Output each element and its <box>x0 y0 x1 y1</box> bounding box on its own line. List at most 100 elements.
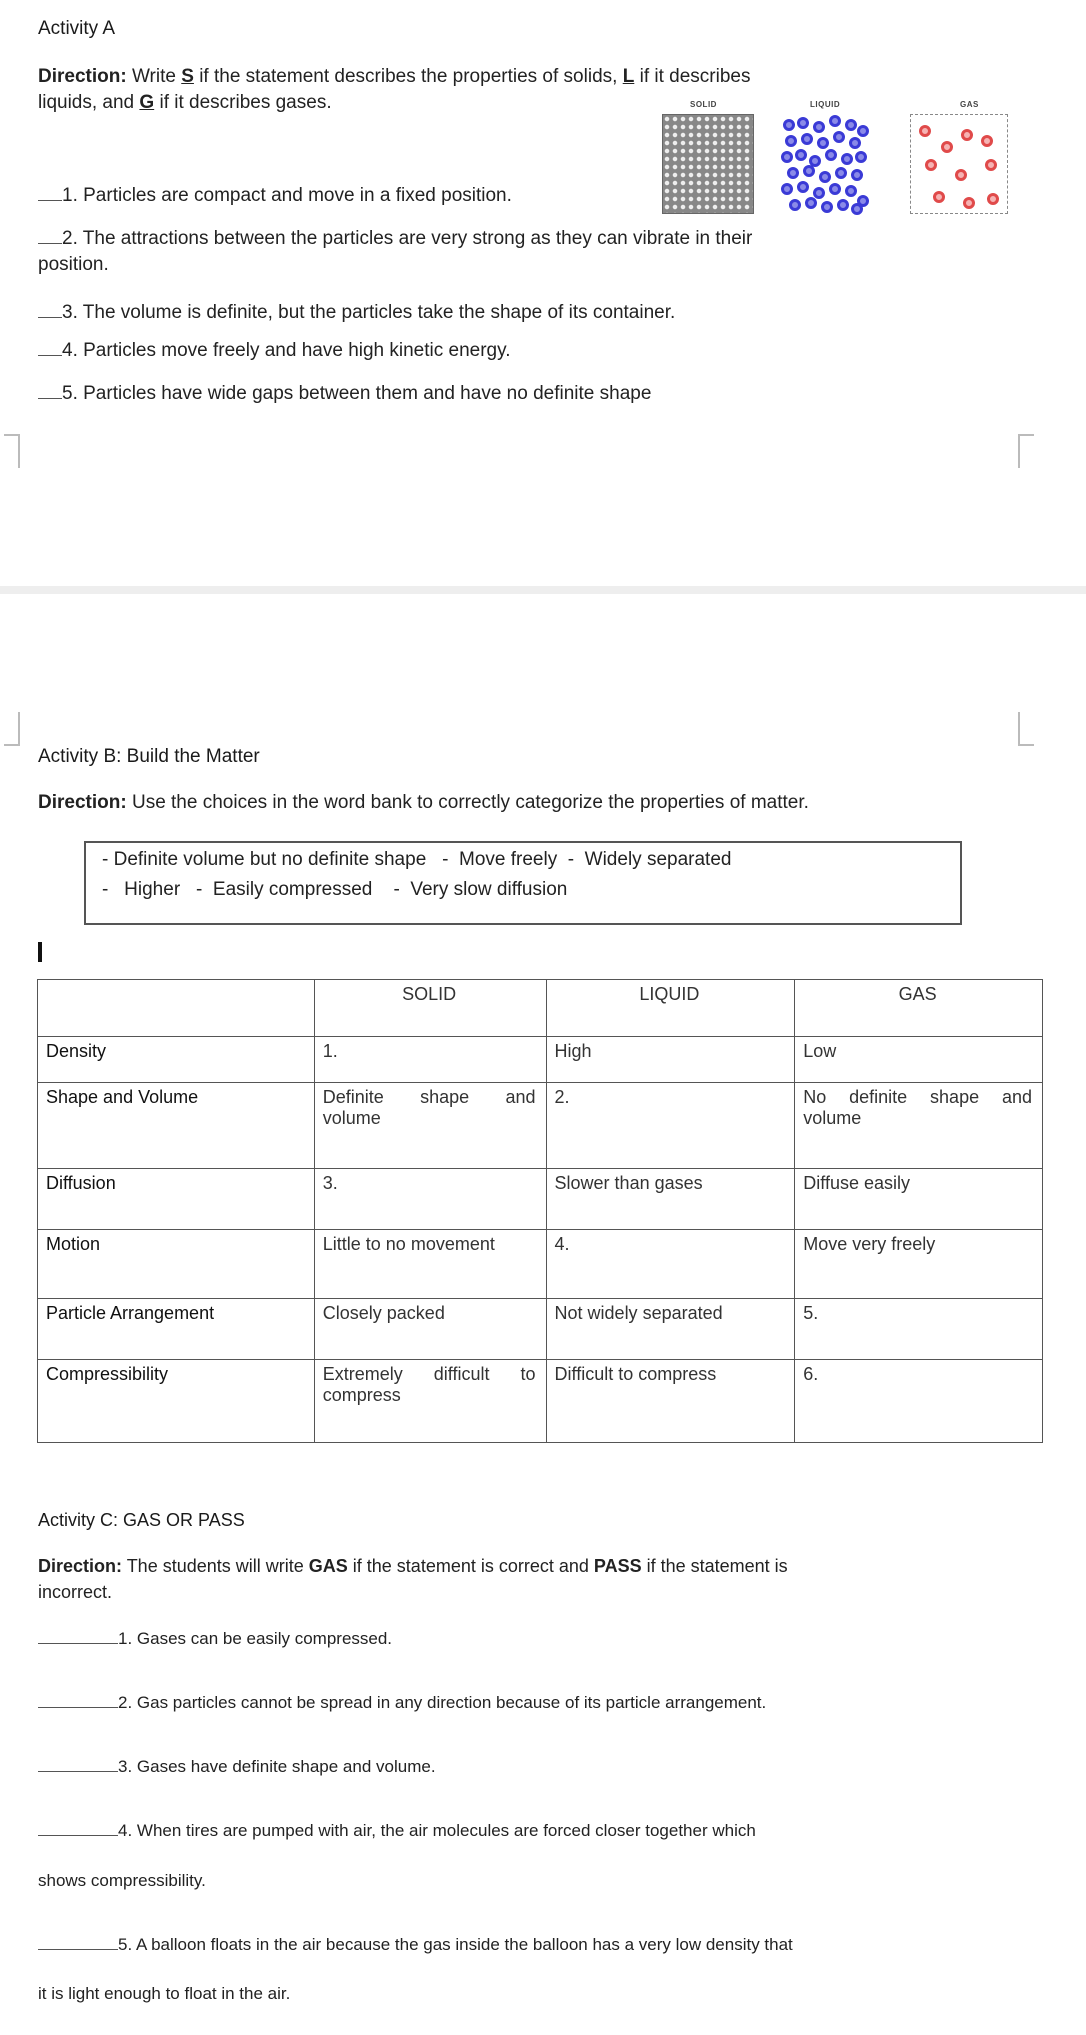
item-text: 2. Gas particles cannot be spread in any… <box>118 1693 767 1712</box>
pass-keyword: PASS <box>593 1556 642 1576</box>
word-bank-choice: Definite volume but no definite shape <box>113 849 427 870</box>
answer-blank[interactable] <box>38 243 62 244</box>
table-cell: No definite shape and volume <box>794 1082 1043 1169</box>
liquid-particle <box>837 199 849 211</box>
solid-label: SOLID <box>690 100 717 109</box>
solid-letter: S <box>181 66 194 87</box>
activity-c-title: Activity C: GAS OR PASS <box>38 1510 245 1530</box>
states-of-matter-illustration: SOLID LIQUID GAS <box>660 100 1030 216</box>
table-cell[interactable]: 1. <box>313 1036 547 1083</box>
answer-blank[interactable] <box>38 317 62 318</box>
activity-c-item: 3. Gases have definite shape and volume. <box>38 1754 436 1780</box>
answer-blank[interactable] <box>38 355 62 356</box>
answer-blank[interactable] <box>38 1835 118 1836</box>
row-label: Shape and Volume <box>37 1082 315 1169</box>
item-text-continued: position. <box>38 254 109 275</box>
table-cell: Difficult to compress <box>545 1359 796 1443</box>
liquid-particle <box>801 133 813 145</box>
item-text: 5. Particles have wide gaps between them… <box>62 383 652 404</box>
row-label: Compressibility <box>37 1359 315 1443</box>
answer-blank[interactable] <box>38 1949 118 1950</box>
table-row: Motion Little to no movement 4. Move ver… <box>37 1229 1043 1299</box>
gas-letter: G <box>139 92 155 113</box>
liquid-particle <box>819 171 831 183</box>
direction-text: if it describes gases. <box>154 92 332 113</box>
liquid-particle <box>805 197 817 209</box>
table-header-cell: LIQUID <box>545 979 796 1037</box>
table-cell[interactable]: 5. <box>794 1298 1043 1360</box>
row-label: Particle Arrangement <box>37 1298 315 1360</box>
liquid-particle <box>825 149 837 161</box>
direction-text: The students will write <box>122 1556 309 1576</box>
liquid-particle <box>797 181 809 193</box>
activity-c-direction: Direction: The students will write GAS i… <box>38 1553 1038 1605</box>
liquid-particle <box>817 137 829 149</box>
table-cell: Closely packed <box>313 1298 547 1360</box>
direction-text: incorrect. <box>38 1582 113 1602</box>
page-margin-corner <box>1018 712 1034 746</box>
word-bank-line: - Definite volume but no definite shape … <box>102 849 732 870</box>
answer-blank[interactable] <box>38 1771 118 1772</box>
page-margin-corner <box>1018 434 1034 468</box>
answer-blank[interactable] <box>38 398 62 399</box>
word-bank-choice: Higher <box>124 879 181 900</box>
liquid-particle <box>813 187 825 199</box>
answer-blank[interactable] <box>38 1707 118 1708</box>
table-row: Particle Arrangement Closely packed Not … <box>37 1298 1043 1360</box>
direction-label: Direction: <box>38 66 127 87</box>
gas-particle <box>963 197 975 209</box>
liquid-particle <box>821 201 833 213</box>
activity-b-direction: Direction: Use the choices in the word b… <box>38 790 809 816</box>
answer-blank[interactable] <box>38 200 62 201</box>
gas-particle <box>985 159 997 171</box>
item-text: 1. Gases can be easily compressed. <box>118 1629 393 1648</box>
word-bank: - Definite volume but no definite shape … <box>84 841 962 925</box>
table-cell: Move very freely <box>794 1229 1043 1299</box>
item-text: 2. The attractions between the particles… <box>62 228 753 249</box>
liquid-particle <box>849 137 861 149</box>
table-cell[interactable]: 3. <box>313 1168 547 1230</box>
activity-a-direction-line2: liquids, and G if it describes gases. <box>38 90 332 116</box>
activity-c-item: 1. Gases can be easily compressed. <box>38 1626 392 1652</box>
activity-c-item: 2. Gas particles cannot be spread in any… <box>38 1690 766 1716</box>
row-label: Diffusion <box>37 1168 315 1230</box>
gas-particle <box>981 135 993 147</box>
table-row: Diffusion 3. Slower than gases Diffuse e… <box>37 1168 1043 1230</box>
liquid-particles-box <box>778 114 870 215</box>
answer-blank[interactable] <box>38 1643 118 1644</box>
text-cursor <box>38 942 42 962</box>
direction-text: if it describes <box>634 66 751 87</box>
page-break <box>0 586 1086 594</box>
table-row: Compressibility Extremely difficult to c… <box>37 1359 1043 1443</box>
direction-text: if the statement describes the propertie… <box>193 66 623 87</box>
liquid-particle <box>851 203 863 215</box>
liquid-particle <box>845 185 857 197</box>
liquid-particle <box>833 131 845 143</box>
properties-table: SOLID LIQUID GAS Density 1. High Low Sha… <box>37 979 1043 1443</box>
item-text: 4. When tires are pumped with air, the a… <box>118 1821 756 1840</box>
solid-particles-box <box>662 114 754 214</box>
row-label: Density <box>37 1036 315 1083</box>
table-header-cell: SOLID <box>313 979 547 1037</box>
gas-particle <box>941 141 953 153</box>
table-cell[interactable]: 6. <box>794 1359 1043 1443</box>
table-cell[interactable]: 2. <box>545 1082 796 1169</box>
table-cell[interactable]: 4. <box>545 1229 796 1299</box>
activity-a-item: 1. Particles are compact and move in a f… <box>38 183 512 209</box>
activity-a-item: 4. Particles move freely and have high k… <box>38 338 511 364</box>
liquid-label: LIQUID <box>810 100 841 109</box>
word-bank-choice: Easily compressed <box>212 879 373 900</box>
activity-c-item-continued: it is light enough to float in the air. <box>38 1984 291 2003</box>
activity-a-title: Activity A <box>38 18 116 39</box>
liquid-particle <box>803 165 815 177</box>
activity-a-item: 2. The attractions between the particles… <box>38 226 1038 278</box>
page-margin-corner <box>4 434 20 468</box>
table-cell: Definite shape and volume <box>313 1082 547 1169</box>
table-cell: Little to no movement <box>313 1229 547 1299</box>
liquid-particle <box>829 183 841 195</box>
direction-label: Direction: <box>38 792 127 813</box>
item-text: 3. The volume is definite, but the parti… <box>62 302 676 323</box>
liquid-particle <box>785 135 797 147</box>
gas-label: GAS <box>960 100 979 109</box>
gas-particle <box>925 159 937 171</box>
